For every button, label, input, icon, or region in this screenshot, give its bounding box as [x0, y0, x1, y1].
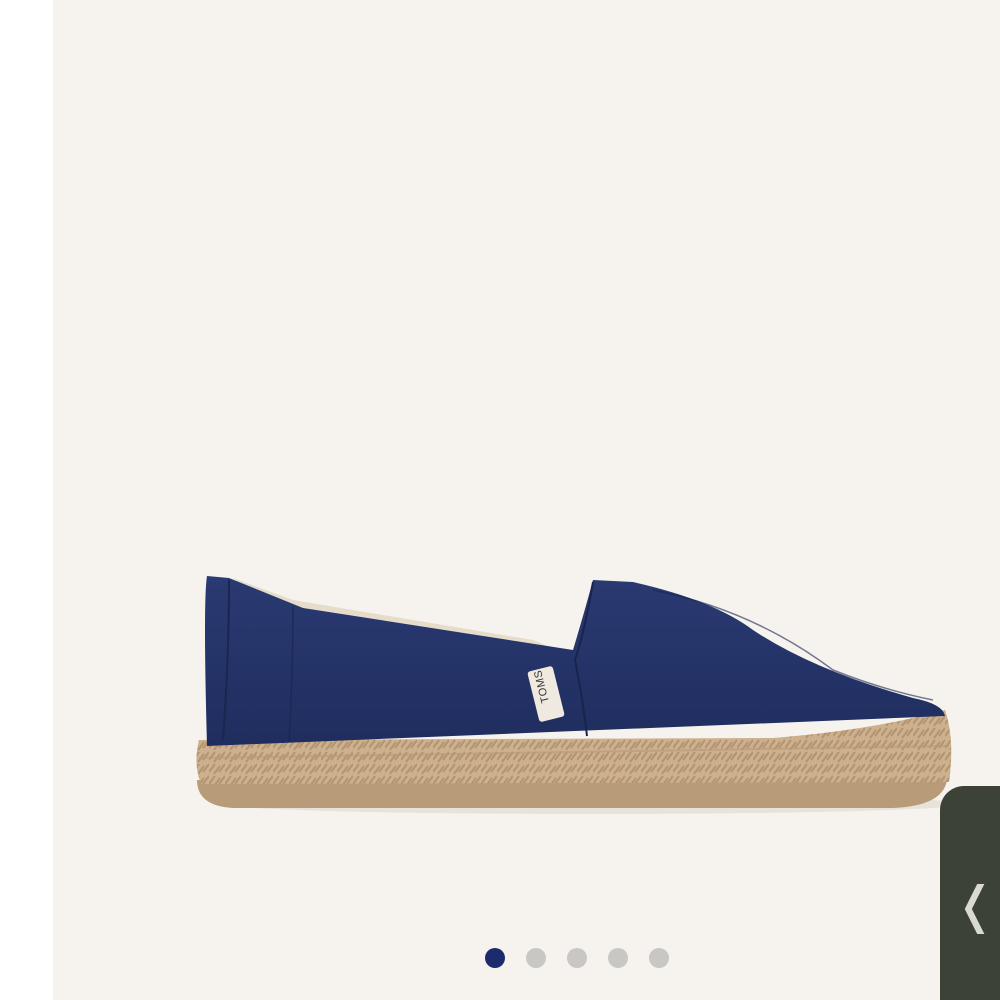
carousel-pagination [485, 948, 669, 968]
product-image: TOMS [196, 576, 963, 814]
carousel-dot-2[interactable] [526, 948, 546, 968]
carousel-dot-1[interactable] [485, 948, 505, 968]
side-panel-handle[interactable]: ❬ [940, 786, 1000, 1000]
carousel-dot-3[interactable] [567, 948, 587, 968]
product-image-gallery[interactable]: TOMS [53, 0, 1000, 1000]
carousel-dot-5[interactable] [649, 948, 669, 968]
carousel-dot-4[interactable] [608, 948, 628, 968]
product-gallery-screen: TOMS ❬ [0, 0, 1000, 1000]
chevron-left-icon: ❬ [954, 876, 996, 934]
